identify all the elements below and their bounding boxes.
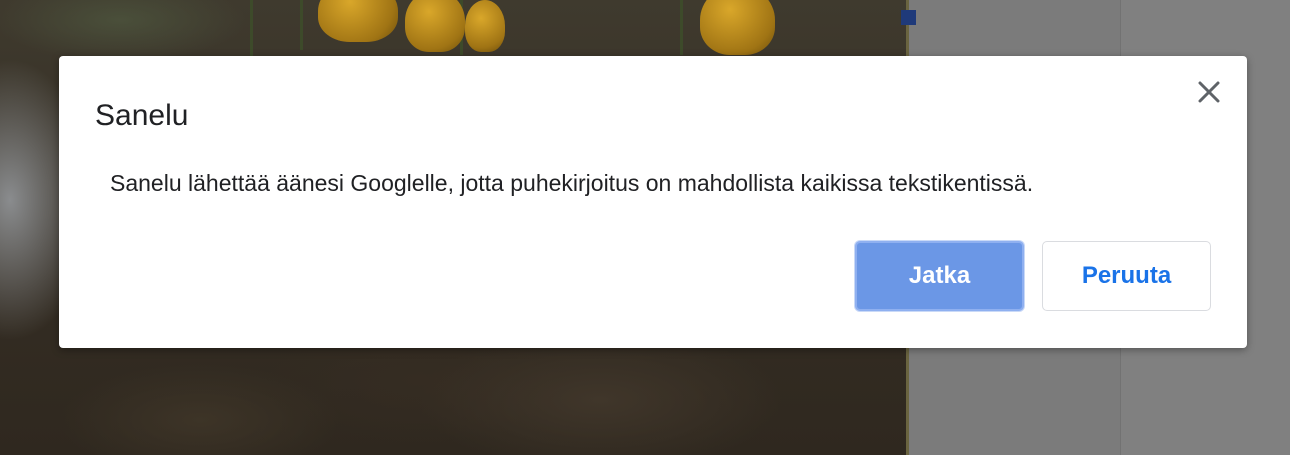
photo-stem <box>300 0 303 50</box>
continue-button[interactable]: Jatka <box>855 241 1024 311</box>
photo-flower <box>700 0 775 55</box>
dialog-title: Sanelu <box>95 99 189 132</box>
close-button[interactable] <box>1193 76 1225 108</box>
resize-handle[interactable] <box>901 10 916 25</box>
photo-flower <box>465 0 505 52</box>
cancel-button[interactable]: Peruuta <box>1042 241 1211 311</box>
photo-flower <box>318 0 398 42</box>
dialog-message: Sanelu lähettää äänesi Googlelle, jotta … <box>110 170 1034 196</box>
screen: Sanelu Sanelu lähettää äänesi Googlelle,… <box>0 0 1290 455</box>
photo-stem <box>250 0 253 60</box>
photo-flower <box>405 0 465 52</box>
close-icon <box>1198 81 1220 103</box>
photo-stem <box>680 0 683 55</box>
dictation-dialog: Sanelu Sanelu lähettää äänesi Googlelle,… <box>59 56 1247 348</box>
